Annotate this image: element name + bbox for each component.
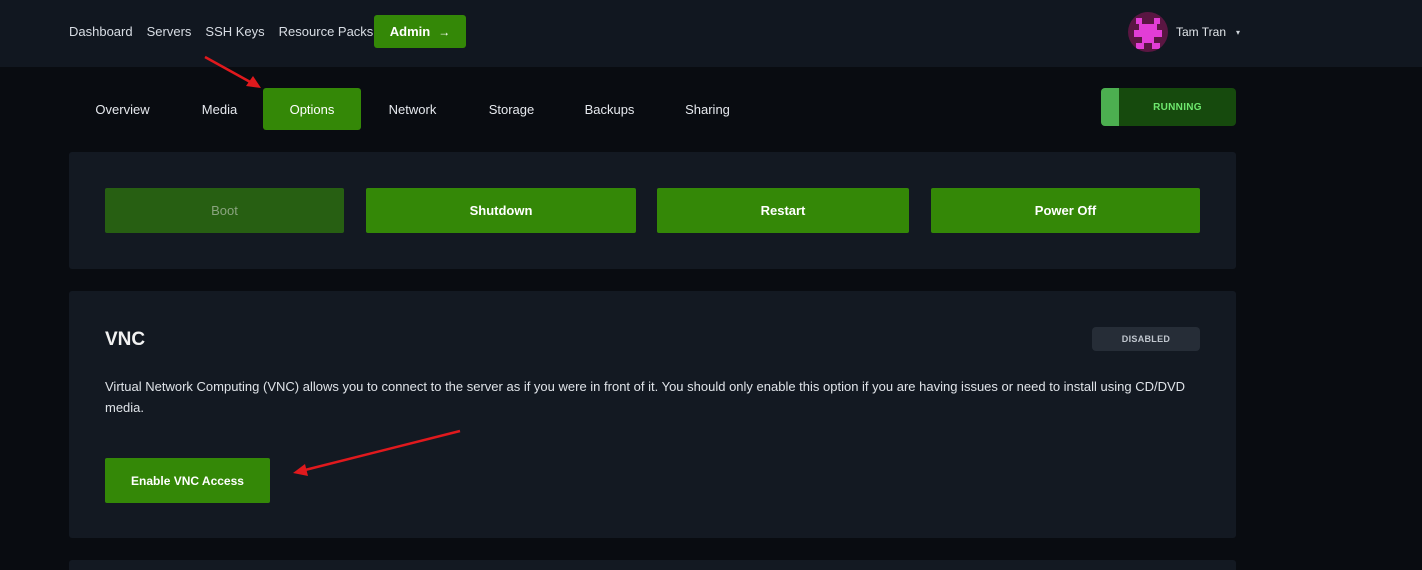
tab-overview[interactable]: Overview bbox=[69, 88, 176, 130]
nav-link-dashboard[interactable]: Dashboard bbox=[69, 24, 133, 39]
main-nav: Dashboard Servers SSH Keys Resource Pack… bbox=[69, 24, 373, 39]
server-status-indicator: RUNNING bbox=[1101, 88, 1236, 126]
top-navbar: Dashboard Servers SSH Keys Resource Pack… bbox=[0, 0, 1422, 67]
caret-down-icon: ▾ bbox=[1236, 27, 1241, 37]
vnc-status-badge: DISABLED bbox=[1092, 327, 1200, 351]
shutdown-button[interactable]: Shutdown bbox=[366, 188, 636, 233]
tab-storage[interactable]: Storage bbox=[464, 88, 559, 130]
user-menu[interactable]: Tam Tran ▾ bbox=[1128, 12, 1240, 52]
arrow-right-icon: → bbox=[438, 24, 451, 39]
nav-link-servers[interactable]: Servers bbox=[147, 24, 192, 39]
user-name: Tam Tran bbox=[1176, 25, 1227, 39]
status-bar bbox=[1101, 88, 1119, 126]
power-controls-panel: Boot Shutdown Restart Power Off bbox=[69, 152, 1236, 269]
server-tabs: Overview Media Options Network Storage B… bbox=[69, 88, 755, 130]
next-panel bbox=[69, 560, 1236, 570]
nav-link-resource-packs[interactable]: Resource Packs bbox=[279, 24, 374, 39]
vnc-panel: VNC DISABLED Virtual Network Computing (… bbox=[69, 291, 1236, 538]
tab-options[interactable]: Options bbox=[263, 88, 361, 130]
admin-button-label: Admin bbox=[389, 24, 431, 39]
nav-link-ssh-keys[interactable]: SSH Keys bbox=[205, 24, 264, 39]
status-label: RUNNING bbox=[1153, 101, 1202, 113]
tab-network[interactable]: Network bbox=[361, 88, 464, 130]
restart-button[interactable]: Restart bbox=[657, 188, 909, 233]
avatar bbox=[1128, 12, 1168, 52]
tab-sharing[interactable]: Sharing bbox=[660, 88, 755, 130]
admin-button[interactable]: Admin → bbox=[374, 15, 466, 48]
vnc-description: Virtual Network Computing (VNC) allows y… bbox=[105, 379, 1186, 415]
boot-button[interactable]: Boot bbox=[105, 188, 344, 233]
tab-backups[interactable]: Backups bbox=[559, 88, 660, 130]
tab-media[interactable]: Media bbox=[176, 88, 263, 130]
enable-vnc-button[interactable]: Enable VNC Access bbox=[105, 458, 270, 503]
power-off-button[interactable]: Power Off bbox=[931, 188, 1200, 233]
vnc-title: VNC bbox=[105, 329, 146, 350]
